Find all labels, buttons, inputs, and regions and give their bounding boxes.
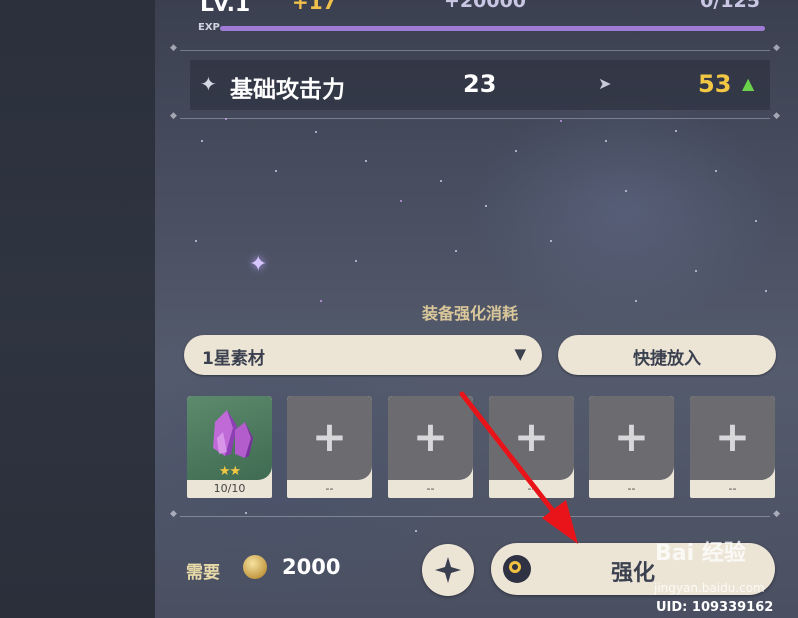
annotation-arrow	[459, 391, 578, 544]
